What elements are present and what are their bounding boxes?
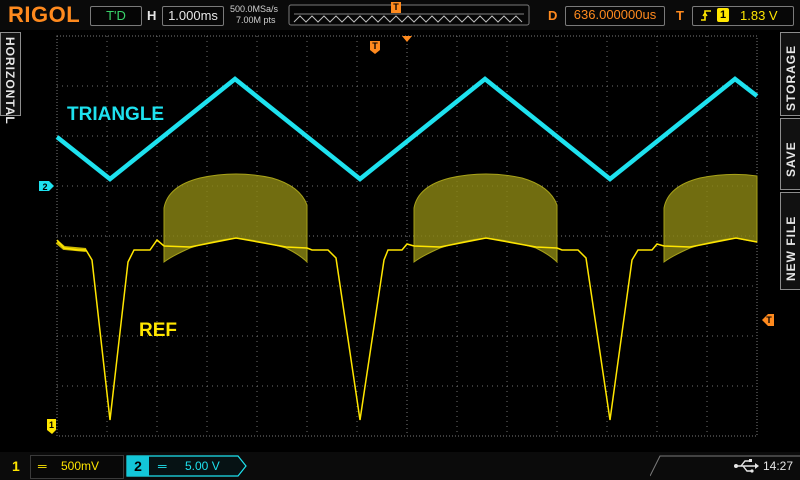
- usb-icon: [734, 459, 759, 473]
- ch1-marker-label: 1: [48, 420, 54, 430]
- ch2-trace-label: TRIANGLE: [67, 104, 165, 125]
- ch1-coupling: ═: [38, 459, 47, 473]
- trigger-position-marker-label: T: [372, 41, 378, 51]
- ch2-marker-label: 2: [42, 182, 48, 192]
- graticule-center: [57, 36, 757, 436]
- ch1-trace-label: REF: [139, 320, 177, 341]
- trigger-level-marker-label: T: [766, 315, 772, 325]
- ch1-trace-thick: [55, 240, 87, 252]
- ch1-envelope-group: [163, 173, 758, 264]
- waveform-display[interactable]: [0, 0, 800, 452]
- ch1-envelope: [663, 173, 758, 263]
- ch2-number[interactable]: 2: [127, 456, 149, 476]
- ch1-scale: 500mV: [61, 459, 100, 473]
- ch1-envelope: [413, 173, 558, 264]
- ch1-envelope: [163, 173, 308, 264]
- ch1-number[interactable]: 1: [12, 458, 20, 474]
- ch2-coupling: ═: [158, 459, 167, 473]
- clock: 14:27: [763, 459, 794, 473]
- ch2-scale: 5.00 V: [185, 459, 220, 473]
